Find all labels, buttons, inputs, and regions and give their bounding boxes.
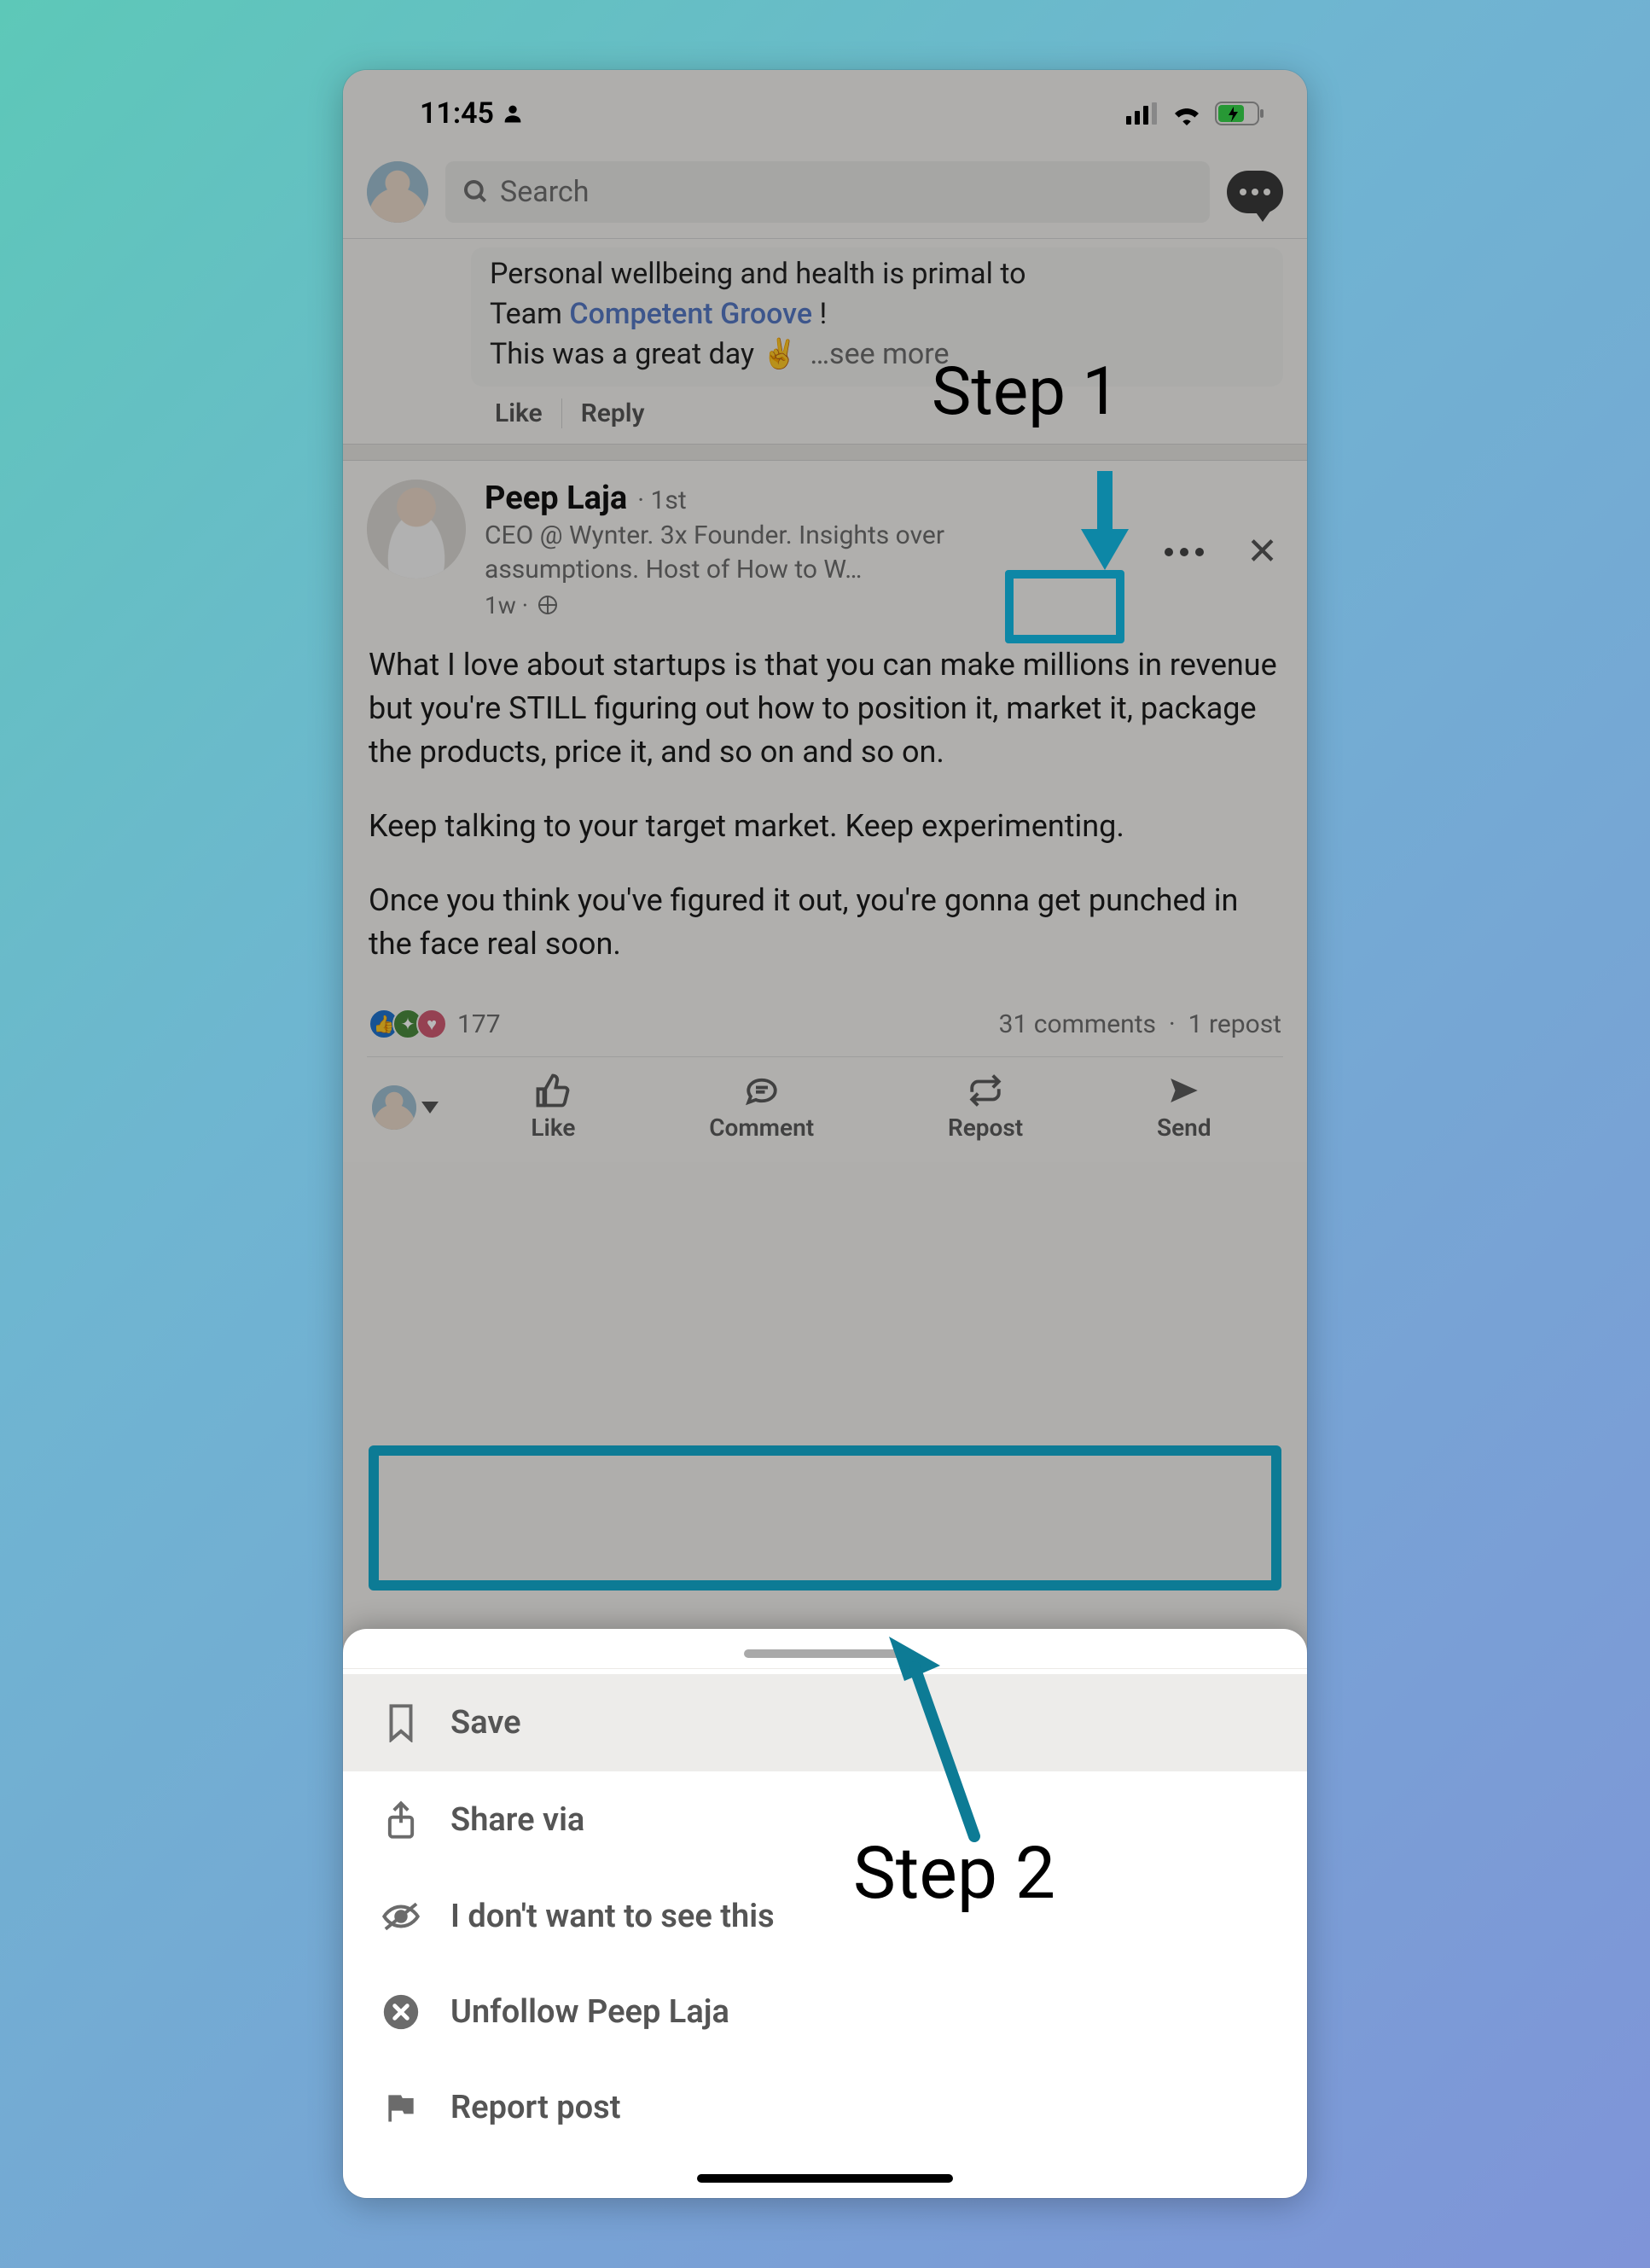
search-input[interactable]: Search	[445, 161, 1210, 223]
comment-icon	[743, 1073, 781, 1108]
status-bar: 11:45	[343, 70, 1307, 145]
flag-icon	[381, 2089, 421, 2126]
dot-separator: ·	[1162, 1009, 1188, 1039]
post-header: Peep Laja · 1st CEO @ Wynter. 3x Founder…	[367, 480, 1283, 619]
sheet-drag-handle[interactable]	[744, 1649, 906, 1658]
comments-count[interactable]: 31 comments	[999, 1009, 1156, 1039]
app-header: Search	[343, 145, 1307, 239]
comment-button[interactable]: Comment	[709, 1073, 814, 1142]
search-placeholder: Search	[500, 175, 589, 209]
reposts-count[interactable]: 1 repost	[1188, 1009, 1281, 1039]
sheet-save-item[interactable]: Save	[343, 1674, 1307, 1771]
feed-separator	[343, 444, 1307, 461]
sheet-report-item[interactable]: Report post	[343, 2060, 1307, 2155]
comment-line: Personal wellbeing and health is primal …	[490, 257, 1026, 291]
like-button[interactable]: Like	[531, 1073, 575, 1142]
author-name[interactable]: Peep Laja	[485, 480, 627, 517]
feed-post: Peep Laja · 1st CEO @ Wynter. 3x Founder…	[343, 461, 1307, 1163]
reaction-count-value: 177	[457, 1009, 501, 1039]
comment-reply-button[interactable]: Reply	[562, 398, 664, 428]
messages-button[interactable]	[1227, 171, 1283, 213]
wifi-icon	[1171, 102, 1203, 125]
dismiss-post-button[interactable]: ✕	[1241, 535, 1283, 568]
author-avatar[interactable]	[367, 480, 466, 579]
action-sheet: Save Share via I don't want to see this …	[343, 1629, 1307, 2198]
comment-like-button[interactable]: Like	[476, 398, 561, 428]
action-label: Comment	[709, 1114, 814, 1142]
action-label: Like	[531, 1114, 575, 1142]
status-time: 11:45	[420, 96, 494, 131]
repost-icon	[967, 1073, 1004, 1108]
send-icon	[1165, 1073, 1203, 1108]
post-options-button[interactable]	[1153, 539, 1216, 565]
sheet-item-label: Unfollow Peep Laja	[450, 1993, 729, 2031]
chevron-down-icon	[421, 1102, 439, 1114]
self-avatar-tiny	[372, 1085, 416, 1130]
eye-off-icon	[381, 1899, 421, 1934]
post-paragraph: What I love about startups is that you c…	[369, 643, 1281, 774]
comment-line: This was a great day ✌️	[490, 337, 798, 371]
comment-text[interactable]: Personal wellbeing and health is primal …	[471, 247, 1283, 387]
globe-icon	[538, 596, 557, 614]
sheet-item-label: Report post	[450, 2089, 620, 2126]
connection-degree: · 1st	[637, 486, 686, 515]
sheet-unfollow-item[interactable]: Unfollow Peep Laja	[343, 1964, 1307, 2060]
mention-link[interactable]: Competent Groove	[569, 297, 812, 331]
search-icon	[462, 178, 490, 206]
divider	[343, 1668, 1307, 1669]
see-more-link[interactable]: …see more	[810, 337, 949, 371]
react-as-selector[interactable]	[372, 1085, 464, 1130]
sheet-item-label: Share via	[450, 1801, 584, 1839]
share-icon	[381, 1800, 421, 1840]
comment-line: !	[812, 297, 827, 331]
comment-actions: Like Reply	[471, 387, 1283, 428]
home-indicator[interactable]	[697, 2174, 953, 2183]
post-body[interactable]: What I love about startups is that you c…	[367, 619, 1283, 1004]
love-reaction-icon: ♥	[416, 1009, 447, 1039]
author-headline: CEO @ Wynter. 3x Founder. Insights over …	[485, 519, 945, 588]
reactions-row: 👍 ✦ ♥ 177 31 comments · 1 repost	[367, 1003, 1283, 1057]
action-label: Repost	[948, 1114, 1023, 1142]
repost-button[interactable]: Repost	[948, 1073, 1023, 1142]
reaction-count[interactable]: 👍 ✦ ♥ 177	[369, 1009, 501, 1039]
post-timestamp: 1w ·	[485, 591, 528, 619]
profile-avatar[interactable]	[367, 161, 428, 223]
thumbs-up-icon	[534, 1073, 572, 1108]
sheet-item-label: I don't want to see this	[450, 1898, 775, 1935]
post-paragraph: Once you think you've figured it out, yo…	[369, 879, 1281, 966]
battery-icon	[1215, 102, 1264, 125]
previous-comment: Personal wellbeing and health is primal …	[343, 239, 1307, 444]
cellular-icon	[1126, 102, 1159, 125]
post-action-bar: Like Comment Repost Send	[367, 1057, 1283, 1145]
phone-frame: 11:45 Search Personal wellbeing and	[343, 70, 1307, 2198]
ellipsis-icon	[1240, 189, 1270, 195]
close-circle-icon	[381, 1993, 421, 2031]
person-icon	[501, 102, 525, 125]
sheet-share-item[interactable]: Share via	[343, 1771, 1307, 1869]
sheet-item-label: Save	[450, 1704, 521, 1742]
sheet-dont-see-item[interactable]: I don't want to see this	[343, 1869, 1307, 1964]
comment-line: Team	[490, 297, 569, 331]
action-label: Send	[1157, 1114, 1211, 1142]
post-paragraph: Keep talking to your target market. Keep…	[369, 805, 1281, 848]
send-button[interactable]: Send	[1157, 1073, 1211, 1142]
bookmark-icon	[381, 1703, 421, 1742]
